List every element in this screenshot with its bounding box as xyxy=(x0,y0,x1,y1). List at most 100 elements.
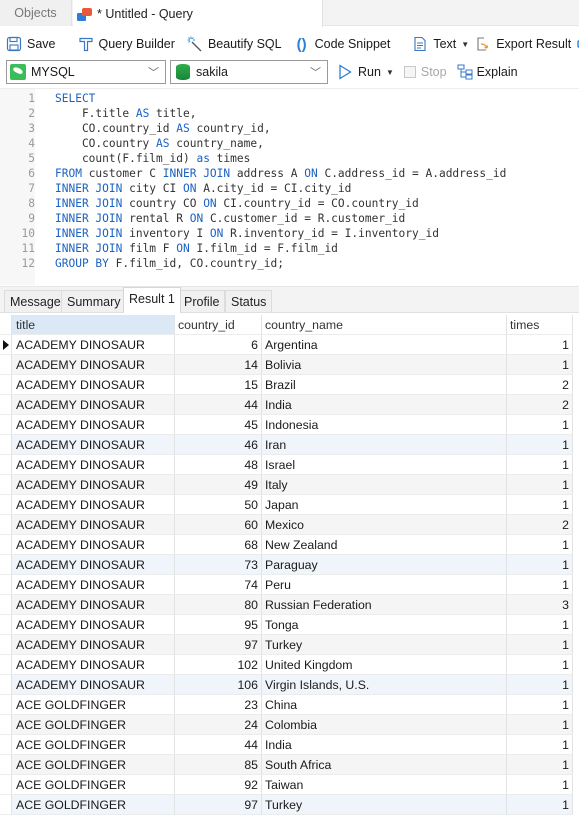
cell-country-id[interactable]: 80 xyxy=(175,595,262,615)
database-select[interactable]: sakila ﹀ xyxy=(170,60,328,84)
row-indicator[interactable] xyxy=(0,475,12,495)
cell-country-id[interactable]: 15 xyxy=(175,375,262,395)
row-indicator[interactable] xyxy=(0,715,12,735)
cell-title[interactable]: ACADEMY DINOSAUR xyxy=(12,595,175,615)
cell-title[interactable]: ACADEMY DINOSAUR xyxy=(12,575,175,595)
cell-title[interactable]: ACADEMY DINOSAUR xyxy=(12,615,175,635)
table-row[interactable]: ACADEMY DINOSAUR 15 Brazil 2 xyxy=(0,375,579,395)
row-indicator[interactable] xyxy=(0,375,12,395)
row-indicator[interactable] xyxy=(0,515,12,535)
cell-country-id[interactable]: 6 xyxy=(175,335,262,355)
cell-country-name[interactable]: Turkey xyxy=(262,795,507,815)
row-indicator[interactable] xyxy=(0,495,12,515)
cell-times[interactable]: 3 xyxy=(507,595,573,615)
cell-times[interactable]: 1 xyxy=(507,735,573,755)
cell-times[interactable]: 1 xyxy=(507,435,573,455)
cell-times[interactable]: 1 xyxy=(507,775,573,795)
cell-country-id[interactable]: 106 xyxy=(175,675,262,695)
export-result-button[interactable]: Export Result xyxy=(475,33,571,55)
cell-country-id[interactable]: 44 xyxy=(175,395,262,415)
cell-country-name[interactable]: Russian Federation xyxy=(262,595,507,615)
cell-title[interactable]: ACE GOLDFINGER xyxy=(12,755,175,775)
cell-country-name[interactable]: Israel xyxy=(262,455,507,475)
cell-country-id[interactable]: 74 xyxy=(175,575,262,595)
cell-country-name[interactable]: Paraguay xyxy=(262,555,507,575)
row-indicator[interactable] xyxy=(0,435,12,455)
cell-times[interactable]: 1 xyxy=(507,355,573,375)
cell-country-id[interactable]: 85 xyxy=(175,755,262,775)
cell-title[interactable]: ACADEMY DINOSAUR xyxy=(12,375,175,395)
cell-title[interactable]: ACE GOLDFINGER xyxy=(12,775,175,795)
cell-times[interactable]: 1 xyxy=(507,455,573,475)
cell-title[interactable]: ACE GOLDFINGER xyxy=(12,695,175,715)
cell-country-id[interactable]: 48 xyxy=(175,455,262,475)
cell-times[interactable]: 1 xyxy=(507,475,573,495)
cell-country-name[interactable]: New Zealand xyxy=(262,535,507,555)
table-row[interactable]: ACADEMY DINOSAUR 46 Iran 1 xyxy=(0,435,579,455)
cell-times[interactable]: 1 xyxy=(507,715,573,735)
row-indicator[interactable] xyxy=(0,355,12,375)
cell-country-name[interactable]: Argentina xyxy=(262,335,507,355)
row-indicator[interactable] xyxy=(0,795,12,815)
cell-country-id[interactable]: 102 xyxy=(175,655,262,675)
row-indicator[interactable] xyxy=(0,415,12,435)
row-indicator[interactable] xyxy=(0,675,12,695)
table-row[interactable]: ACADEMY DINOSAUR 102 United Kingdom 1 xyxy=(0,655,579,675)
code-snippet-button[interactable]: () Code Snippet xyxy=(294,33,391,55)
row-indicator[interactable] xyxy=(0,695,12,715)
table-row[interactable]: ACADEMY DINOSAUR 80 Russian Federation 3 xyxy=(0,595,579,615)
cell-country-name[interactable]: United Kingdom xyxy=(262,655,507,675)
cell-country-id[interactable]: 73 xyxy=(175,555,262,575)
row-indicator[interactable] xyxy=(0,615,12,635)
row-indicator[interactable] xyxy=(0,575,12,595)
cell-country-name[interactable]: Bolivia xyxy=(262,355,507,375)
table-row[interactable]: ACE GOLDFINGER 85 South Africa 1 xyxy=(0,755,579,775)
cell-country-id[interactable]: 68 xyxy=(175,535,262,555)
cell-times[interactable]: 1 xyxy=(507,415,573,435)
cell-country-id[interactable]: 97 xyxy=(175,795,262,815)
cell-country-id[interactable]: 46 xyxy=(175,435,262,455)
cell-title[interactable]: ACADEMY DINOSAUR xyxy=(12,355,175,375)
cell-title[interactable]: ACE GOLDFINGER xyxy=(12,735,175,755)
cell-title[interactable]: ACADEMY DINOSAUR xyxy=(12,475,175,495)
cell-country-name[interactable]: Indonesia xyxy=(262,415,507,435)
cell-title[interactable]: ACADEMY DINOSAUR xyxy=(12,535,175,555)
column-header-country-id[interactable]: country_id xyxy=(175,315,262,335)
cell-times[interactable]: 1 xyxy=(507,575,573,595)
cell-times[interactable]: 1 xyxy=(507,615,573,635)
result-grid[interactable]: title country_id country_name times ACAD… xyxy=(0,312,579,823)
row-indicator[interactable] xyxy=(0,395,12,415)
row-indicator[interactable] xyxy=(0,335,12,355)
table-row[interactable]: ACE GOLDFINGER 44 India 1 xyxy=(0,735,579,755)
tab-status[interactable]: Status xyxy=(225,290,273,312)
cell-times[interactable]: 2 xyxy=(507,515,573,535)
row-indicator[interactable] xyxy=(0,555,12,575)
table-row[interactable]: ACADEMY DINOSAUR 106 Virgin Islands, U.S. 1 xyxy=(0,675,579,695)
table-row[interactable]: ACADEMY DINOSAUR 68 New Zealand 1 xyxy=(0,535,579,555)
cell-title[interactable]: ACADEMY DINOSAUR xyxy=(12,635,175,655)
cell-times[interactable]: 1 xyxy=(507,655,573,675)
cell-country-id[interactable]: 92 xyxy=(175,775,262,795)
cell-country-name[interactable]: India xyxy=(262,735,507,755)
cell-country-id[interactable]: 24 xyxy=(175,715,262,735)
table-row[interactable]: ACE GOLDFINGER 97 Turkey 1 xyxy=(0,795,579,815)
cell-times[interactable]: 2 xyxy=(507,375,573,395)
cell-times[interactable]: 1 xyxy=(507,755,573,775)
cell-times[interactable]: 1 xyxy=(507,335,573,355)
cell-country-name[interactable]: Japan xyxy=(262,495,507,515)
cell-title[interactable]: ACE GOLDFINGER xyxy=(12,795,175,815)
table-row[interactable]: ACADEMY DINOSAUR 97 Turkey 1 xyxy=(0,635,579,655)
table-row[interactable]: ACADEMY DINOSAUR 50 Japan 1 xyxy=(0,495,579,515)
cell-country-name[interactable]: South Africa xyxy=(262,755,507,775)
cell-country-name[interactable]: China xyxy=(262,695,507,715)
row-indicator[interactable] xyxy=(0,655,12,675)
cell-title[interactable]: ACADEMY DINOSAUR xyxy=(12,435,175,455)
table-row[interactable]: ACADEMY DINOSAUR 45 Indonesia 1 xyxy=(0,415,579,435)
cell-times[interactable]: 1 xyxy=(507,675,573,695)
table-row[interactable]: ACADEMY DINOSAUR 95 Tonga 1 xyxy=(0,615,579,635)
tab-objects[interactable]: Objects xyxy=(0,0,72,26)
table-row[interactable]: ACADEMY DINOSAUR 49 Italy 1 xyxy=(0,475,579,495)
table-row[interactable]: ACE GOLDFINGER 24 Colombia 1 xyxy=(0,715,579,735)
cell-country-id[interactable]: 45 xyxy=(175,415,262,435)
cell-title[interactable]: ACE GOLDFINGER xyxy=(12,715,175,735)
